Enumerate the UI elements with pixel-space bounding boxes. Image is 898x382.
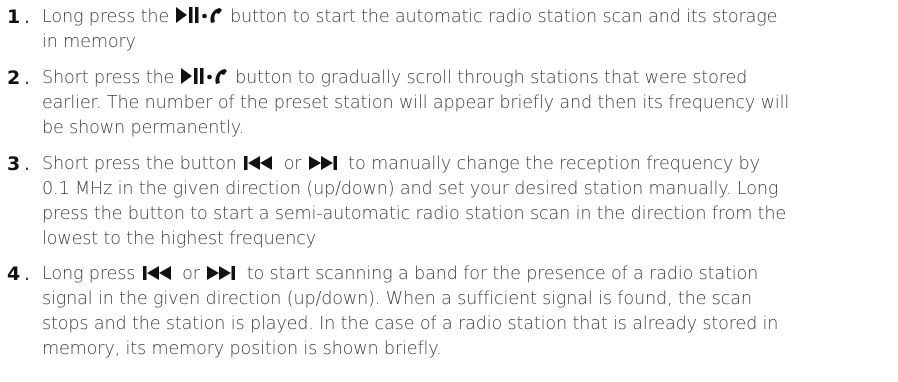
item-text: or [182,264,200,284]
item-text: to manually change the reception frequen… [348,154,760,174]
previous-track-icon [142,266,171,280]
item-text: or [283,154,302,174]
item-text: Short press the button [42,154,237,174]
previous-track-icon [244,156,273,170]
item-line: Long press or to start scanning a band f… [42,262,758,287]
item-line: earlier. The number of the preset statio… [42,93,790,113]
item-number: 2 [7,67,21,89]
item-text: button to start the automatic radio stat… [230,7,778,27]
item-line: signal in the given direction (up/down).… [42,289,752,309]
play-pause-call-icon [175,7,222,23]
item-number-separator: . [24,263,31,285]
next-track-icon [207,266,236,280]
item-text: button to gradually scroll through stati… [235,68,748,88]
item-line: press the button to start a semi-automat… [42,204,787,224]
play-pause-call-icon [180,68,227,84]
item-text: Long press [42,264,136,284]
item-number: 1 [7,6,21,28]
item-number: 3 [7,153,21,175]
item-line: Long press the button to start the autom… [42,5,777,30]
item-line: Short press the button or to manually ch… [42,152,760,177]
item-number: 4 [7,263,21,285]
item-text: Long press the [42,7,170,27]
item-line: memory, its memory position is shown bri… [42,339,442,359]
item-number-separator: . [24,67,31,89]
item-text: to start scanning a band for the presenc… [246,264,759,284]
item-number-separator: . [24,6,31,28]
item-line: 0.1 MHz in the given direction (up/down)… [42,179,779,199]
item-line: in memory [42,32,136,52]
item-line: Short press the button to gradually scro… [42,66,747,91]
item-text: Short press the [42,68,175,88]
next-track-icon [308,156,337,170]
item-line: stops and the station is played. In the … [42,314,779,334]
item-line: lowest to the highest frequency [42,229,317,249]
item-line: be shown permanently. [42,118,244,138]
item-number-separator: . [24,153,31,175]
